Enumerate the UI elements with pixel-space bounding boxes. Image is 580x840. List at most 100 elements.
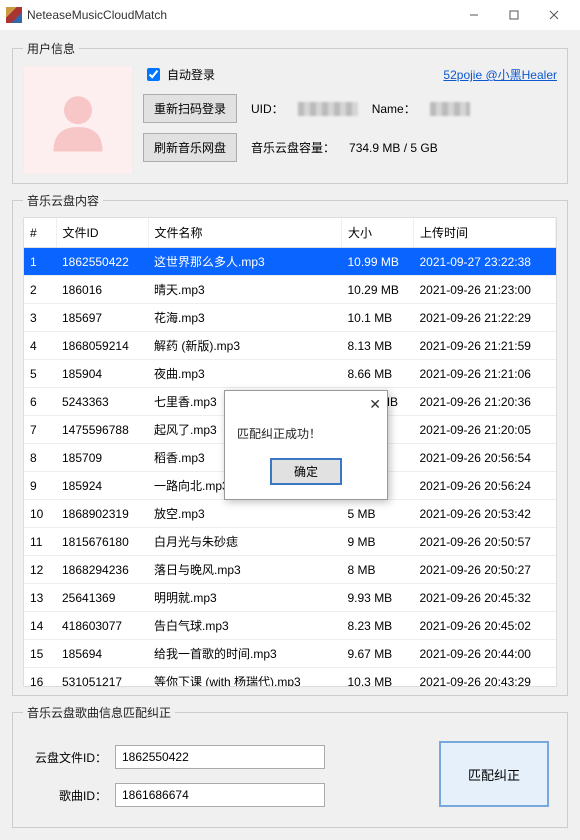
cell-idx: 11 [24,528,56,556]
cell-idx: 12 [24,556,56,584]
cell-id: 531051217 [56,668,148,688]
cell-time: 2021-09-26 21:21:06 [414,360,556,388]
cell-time: 2021-09-26 20:44:00 [414,640,556,668]
cloud-content-legend: 音乐云盘内容 [23,192,103,209]
cell-time: 2021-09-26 20:56:24 [414,472,556,500]
maximize-button[interactable] [494,0,534,30]
file-id-label: 云盘文件ID： [31,749,107,766]
table-row[interactable]: 11862550422这世界那么多人.mp310.99 MB2021-09-27… [24,248,556,276]
close-button[interactable] [534,0,574,30]
cell-time: 2021-09-26 20:50:27 [414,556,556,584]
cell-id: 1815676180 [56,528,148,556]
cell-name: 这世界那么多人.mp3 [148,248,342,276]
cell-time: 2021-09-26 20:43:29 [414,668,556,688]
cell-id: 185924 [56,472,148,500]
table-row[interactable]: 16531051217等你下课 (with 杨瑞代).mp310.3 MB202… [24,668,556,688]
cell-name: 晴天.mp3 [148,276,342,304]
cell-id: 5243363 [56,388,148,416]
cell-idx: 13 [24,584,56,612]
cell-name: 告白气球.mp3 [148,612,342,640]
title-bar: NeteaseMusicCloudMatch [0,0,580,30]
cell-name: 解药 (新版).mp3 [148,332,342,360]
cell-idx: 1 [24,248,56,276]
file-id-input[interactable] [115,745,325,769]
song-id-input[interactable] [115,783,325,807]
cell-idx: 6 [24,388,56,416]
auto-login-input[interactable] [147,68,160,81]
table-row[interactable]: 3185697花海.mp310.1 MB2021-09-26 21:22:29 [24,304,556,332]
table-row[interactable]: 15185694给我一首歌的时间.mp39.67 MB2021-09-26 20… [24,640,556,668]
refresh-cloud-button[interactable]: 刷新音乐网盘 [143,133,237,162]
table-row[interactable]: 101868902319放空.mp35 MB2021-09-26 20:53:4… [24,500,556,528]
cell-id: 186016 [56,276,148,304]
credit-link[interactable]: 52pojie @小黑Healer [443,66,557,83]
avatar [23,65,133,175]
dialog-close-icon[interactable]: ✕ [369,396,381,413]
table-row[interactable]: 14418603077告白气球.mp38.23 MB2021-09-26 20:… [24,612,556,640]
cell-name: 白月光与朱砂痣 [148,528,342,556]
cell-name: 等你下课 (with 杨瑞代).mp3 [148,668,342,688]
app-icon [6,7,22,23]
cell-id: 185697 [56,304,148,332]
rescan-login-button[interactable]: 重新扫码登录 [143,94,237,123]
match-fix-button[interactable]: 匹配纠正 [439,741,549,807]
cell-name: 夜曲.mp3 [148,360,342,388]
capacity-value: 734.9 MB / 5 GB [349,141,438,155]
cell-size: 8 MB [342,556,414,584]
cell-size: 8.13 MB [342,332,414,360]
cell-size: 8.23 MB [342,612,414,640]
col-file-name[interactable]: 文件名称 [148,218,342,248]
cell-id: 185694 [56,640,148,668]
col-index[interactable]: # [24,218,56,248]
cell-idx: 8 [24,444,56,472]
capacity-label: 音乐云盘容量： [251,139,335,156]
cell-time: 2021-09-26 21:21:59 [414,332,556,360]
cell-idx: 2 [24,276,56,304]
table-row[interactable]: 111815676180白月光与朱砂痣9 MB2021-09-26 20:50:… [24,528,556,556]
cell-id: 1868902319 [56,500,148,528]
table-row[interactable]: 5185904夜曲.mp38.66 MB2021-09-26 21:21:06 [24,360,556,388]
cell-time: 2021-09-26 20:50:57 [414,528,556,556]
message-dialog: ✕ 匹配纠正成功！ 确定 [224,390,388,500]
uid-value [298,102,358,116]
cell-size: 5 MB [342,500,414,528]
table-row[interactable]: 1325641369明明就.mp39.93 MB2021-09-26 20:45… [24,584,556,612]
user-info-legend: 用户信息 [23,40,79,57]
dialog-message: 匹配纠正成功！ [225,417,387,448]
cell-name: 给我一首歌的时间.mp3 [148,640,342,668]
col-size[interactable]: 大小 [342,218,414,248]
cell-size: 9.93 MB [342,584,414,612]
cell-name: 花海.mp3 [148,304,342,332]
table-row[interactable]: 41868059214解药 (新版).mp38.13 MB2021-09-26 … [24,332,556,360]
cell-time: 2021-09-26 20:56:54 [414,444,556,472]
cell-name: 放空.mp3 [148,500,342,528]
uid-label: UID： [251,100,284,117]
col-time[interactable]: 上传时间 [414,218,556,248]
cell-time: 2021-09-26 21:20:05 [414,416,556,444]
table-row[interactable]: 2186016晴天.mp310.29 MB2021-09-26 21:23:00 [24,276,556,304]
table-row[interactable]: 121868294236落日与晚风.mp38 MB2021-09-26 20:5… [24,556,556,584]
dialog-ok-button[interactable]: 确定 [270,458,342,485]
auto-login-checkbox[interactable]: 自动登录 [143,65,215,84]
cell-time: 2021-09-26 21:22:29 [414,304,556,332]
cell-id: 185709 [56,444,148,472]
cell-id: 185904 [56,360,148,388]
auto-login-label: 自动登录 [167,66,215,83]
cell-idx: 3 [24,304,56,332]
cell-idx: 10 [24,500,56,528]
user-info-group: 用户信息 自动登录 52pojie @小黑Healer 重新扫码登录 UID： … [12,40,568,184]
song-id-label: 歌曲ID： [31,787,107,804]
cell-time: 2021-09-26 20:45:02 [414,612,556,640]
cell-id: 25641369 [56,584,148,612]
match-fix-legend: 音乐云盘歌曲信息匹配纠正 [23,704,175,721]
window-title: NeteaseMusicCloudMatch [27,8,454,22]
col-file-id[interactable]: 文件ID [56,218,148,248]
cell-name: 落日与晚风.mp3 [148,556,342,584]
cell-id: 1868059214 [56,332,148,360]
minimize-button[interactable] [454,0,494,30]
cell-size: 10.3 MB [342,668,414,688]
cell-idx: 5 [24,360,56,388]
cell-time: 2021-09-27 23:22:38 [414,248,556,276]
cell-size: 10.29 MB [342,276,414,304]
name-value [430,102,470,116]
